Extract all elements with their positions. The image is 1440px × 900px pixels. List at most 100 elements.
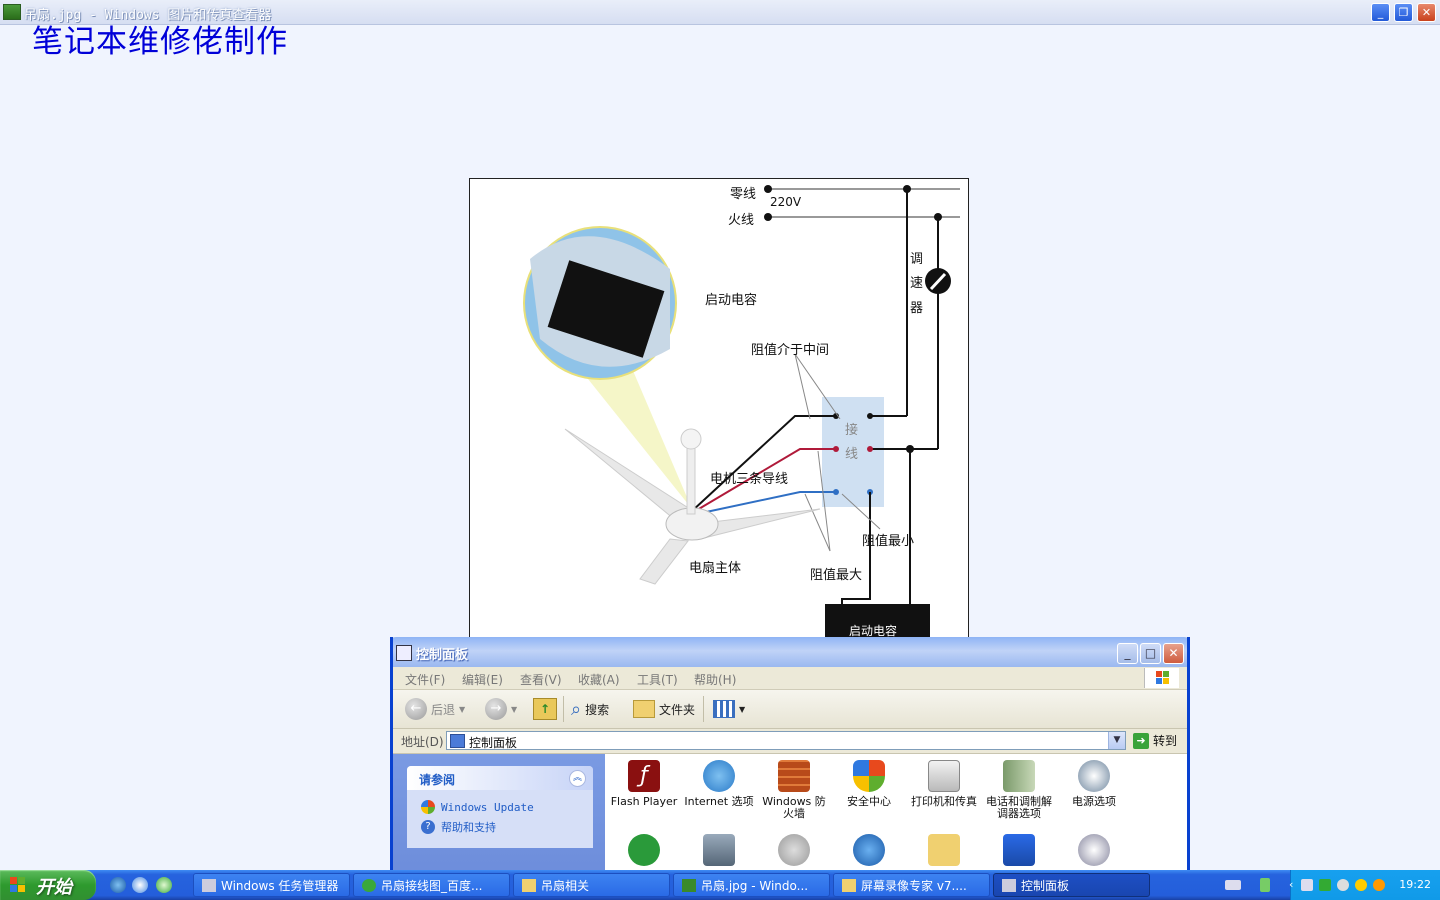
address-label: 地址(D): [401, 735, 444, 749]
item-windows-firewall[interactable]: Windows 防火墙: [759, 760, 829, 820]
task-task-manager[interactable]: Windows 任务管理器: [193, 873, 350, 897]
task-folder[interactable]: 吊扇相关: [513, 873, 670, 897]
taskbar-icon: [1003, 834, 1035, 866]
menu-file[interactable]: 文件(F): [405, 671, 445, 688]
cp-close-button[interactable]: ✕: [1163, 643, 1184, 664]
label-speed-controller-1: 调: [910, 252, 924, 267]
folders-button[interactable]: 文件夹: [633, 696, 695, 722]
item-internet-options-label: Internet 选项: [684, 795, 754, 808]
back-dropdown-icon[interactable]: ▼: [459, 705, 465, 714]
see-also-panel: 请参阅 ︽ Windows Update ? 帮助和支持: [407, 766, 593, 848]
phone-modem-icon: [1003, 760, 1035, 792]
up-folder-icon: ↑: [533, 698, 557, 720]
task-label: 吊扇接线图_百度...: [381, 878, 483, 893]
control-panel-small-icon: [450, 734, 465, 748]
label-live: 火线: [728, 213, 755, 228]
up-folder-button[interactable]: ↑: [533, 696, 557, 722]
cp-minimize-button[interactable]: _: [1117, 643, 1138, 664]
task-picture-viewer[interactable]: 吊扇.jpg - Windo...: [673, 873, 830, 897]
control-panel-icon: [1002, 878, 1016, 892]
task-screen-recorder[interactable]: 屏幕录像专家 v7....: [833, 873, 990, 897]
browser-quicklaunch-icon[interactable]: [132, 877, 148, 893]
firewall-icon: [778, 760, 810, 792]
control-panel-body: 请参阅 ︽ Windows Update ? 帮助和支持 ƒ Flash Pla…: [393, 754, 1187, 874]
control-panel-window[interactable]: 控制面板 _ □ ✕ 文件(F) 编辑(E) 查看(V) 收藏(A) 工具(T)…: [390, 637, 1190, 877]
maximize-button[interactable]: ❐: [1394, 3, 1413, 22]
forward-dropdown-icon[interactable]: ▼: [511, 705, 517, 714]
task-browser[interactable]: 吊扇接线图_百度...: [353, 873, 510, 897]
menu-edit[interactable]: 编辑(E): [462, 671, 503, 688]
address-input[interactable]: 控制面板 ▼: [446, 731, 1126, 750]
ie-quicklaunch-icon[interactable]: [110, 877, 126, 893]
forward-button[interactable]: → ▼: [485, 696, 517, 722]
go-button[interactable]: ➜ 转到: [1133, 732, 1177, 749]
menu-view[interactable]: 查看(V): [520, 671, 562, 688]
forward-arrow-icon: →: [485, 698, 507, 720]
label-max-resistance: 阻值最大: [810, 568, 863, 583]
menu-help[interactable]: 帮助(H): [694, 671, 736, 688]
add-icon[interactable]: [1355, 879, 1367, 891]
battery-icon[interactable]: [1260, 878, 1270, 892]
see-also-title: 请参阅: [419, 773, 456, 787]
close-button[interactable]: ✕: [1417, 3, 1436, 22]
windows-logo-icon: [1144, 668, 1179, 688]
folders-label: 文件夹: [659, 702, 696, 717]
label-neutral: 零线: [730, 187, 757, 202]
accessibility-icon: [628, 834, 660, 866]
item-mouse[interactable]: [759, 834, 829, 870]
tray-expand-icon[interactable]: ‹: [1289, 879, 1301, 891]
search-button[interactable]: ⌕ 搜索: [571, 696, 609, 722]
app-quicklaunch-icon[interactable]: [156, 877, 172, 893]
item-admin-tools[interactable]: [684, 834, 754, 870]
keyboard-icon[interactable]: [1225, 880, 1241, 890]
menu-tools[interactable]: 工具(T): [637, 671, 678, 688]
go-label: 转到: [1153, 734, 1178, 748]
control-panel-titlebar[interactable]: 控制面板 _ □ ✕: [393, 637, 1187, 667]
picture-viewer-icon: [3, 4, 21, 20]
control-panel-title: 控制面板: [416, 648, 469, 663]
item-internet-options[interactable]: Internet 选项: [684, 760, 754, 808]
back-button[interactable]: ← 后退 ▼: [405, 696, 465, 722]
item-region-language[interactable]: [834, 834, 904, 870]
item-accessibility[interactable]: [609, 834, 679, 870]
item-phone-modem[interactable]: 电话和调制解调器选项: [984, 760, 1054, 820]
back-label: 后退: [431, 702, 456, 717]
volume-icon[interactable]: [1337, 879, 1349, 891]
item-flash-player[interactable]: ƒ Flash Player: [609, 760, 679, 808]
item-power-options[interactable]: 电源选项: [1059, 760, 1129, 808]
label-terminal-2: 线: [845, 447, 859, 462]
item-phone-modem-label: 电话和调制解调器选项: [986, 795, 1052, 820]
cp-maximize-button[interactable]: □: [1140, 643, 1161, 664]
views-button[interactable]: ▼: [713, 696, 745, 722]
address-dropdown-icon[interactable]: ▼: [1108, 732, 1125, 749]
item-printers-faxes[interactable]: 打印机和传真: [909, 760, 979, 808]
item-folder-options[interactable]: [909, 834, 979, 870]
views-dropdown-icon[interactable]: ▼: [739, 705, 745, 714]
app-tray-icon[interactable]: [1319, 879, 1331, 891]
printer-icon: [928, 760, 960, 792]
label-start-capacitor-box: 启动电容: [849, 624, 898, 638]
start-button[interactable]: 开始: [0, 870, 96, 900]
collapse-chevron-icon[interactable]: ︽: [569, 770, 586, 787]
windows-update-link[interactable]: Windows Update: [421, 800, 534, 814]
help-support-link[interactable]: ? 帮助和支持: [421, 819, 496, 835]
item-power-options-label: 电源选项: [1072, 795, 1116, 808]
task-label: 屏幕录像专家 v7....: [861, 878, 967, 893]
label-terminal-1: 接: [845, 423, 859, 438]
item-security-center[interactable]: 安全中心: [834, 760, 904, 808]
menu-favorites[interactable]: 收藏(A): [578, 671, 620, 688]
folder-options-icon: [928, 834, 960, 866]
label-voltage: 220V: [770, 195, 802, 209]
network-icon[interactable]: [1301, 879, 1313, 891]
search-tray-icon[interactable]: [1373, 879, 1385, 891]
views-icon: [713, 700, 735, 718]
minimize-button[interactable]: _: [1371, 3, 1390, 22]
label-speed-controller-3: 器: [910, 301, 924, 316]
item-date-time[interactable]: [1059, 834, 1129, 870]
item-taskbar-start[interactable]: [984, 834, 1054, 870]
label-speed-controller-2: 速: [910, 276, 924, 291]
see-also-header[interactable]: 请参阅 ︽: [407, 766, 593, 790]
task-control-panel[interactable]: 控制面板: [993, 873, 1150, 897]
address-value: 控制面板: [469, 736, 518, 750]
search-label: 搜索: [585, 702, 610, 717]
